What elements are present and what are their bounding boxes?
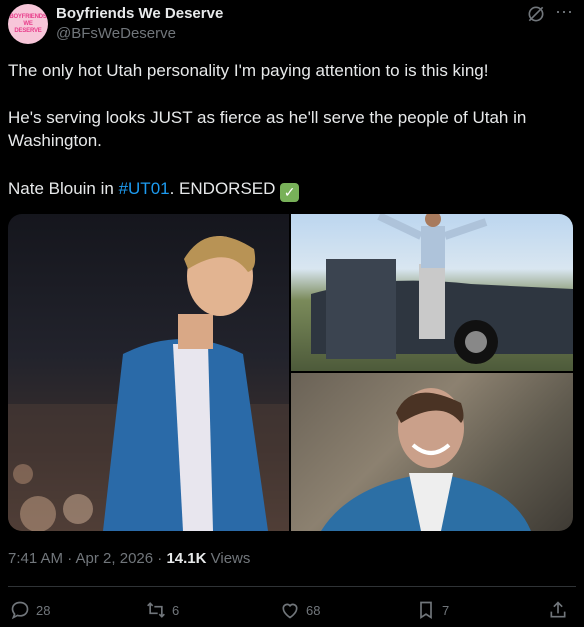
like-button[interactable]: 68 — [280, 600, 320, 620]
views-count: 14.1K — [166, 550, 207, 567]
tweet-text-line-2: He's serving looks JUST as fierce as he'… — [8, 108, 527, 150]
tweet-text-line-3-pre: Nate Blouin in — [8, 179, 119, 198]
photo-2[interactable] — [291, 214, 573, 371]
avatar-line-2: WE — [23, 20, 33, 27]
tweet-text-line-1: The only hot Utah personality I'm paying… — [8, 61, 489, 80]
avatar-line-3: DESERVE — [14, 27, 42, 34]
repost-button[interactable]: 6 — [146, 600, 179, 620]
bookmark-count: 7 — [442, 602, 450, 618]
avatar[interactable]: BOYFRIENDS WE DESERVE — [8, 4, 48, 44]
reply-count: 28 — [36, 602, 51, 618]
reply-icon — [11, 601, 29, 620]
share-icon — [550, 601, 566, 618]
hashtag-link[interactable]: #UT01 — [119, 179, 170, 198]
check-mark-emoji: ✓ — [280, 183, 300, 202]
tweet-text-line-3: Nate Blouin in #UT01. ENDORSED ✓ — [8, 177, 548, 202]
photo-1-illustration — [8, 236, 289, 531]
photo-3[interactable] — [291, 373, 573, 531]
divider — [8, 586, 576, 587]
author-handle[interactable]: @BFsWeDeserve — [56, 25, 176, 42]
bookmark-icon — [420, 601, 432, 620]
tweet-meta: 7:41 AM · Apr 2, 2026 · 14.1K Views — [8, 550, 250, 567]
timestamp[interactable]: 7:41 AM · Apr 2, 2026 · — [8, 550, 166, 567]
photo-1[interactable] — [8, 214, 289, 531]
reply-button[interactable]: 28 — [10, 600, 50, 620]
media-grid — [8, 214, 573, 531]
more-options-icon[interactable]: ⋯ — [555, 2, 574, 23]
repost-count: 6 — [172, 602, 180, 618]
views-label: Views — [206, 550, 251, 567]
tweet-text-line-3-post: . ENDORSED — [169, 179, 276, 198]
bookmark-button[interactable]: 7 — [416, 600, 449, 620]
author-name[interactable]: Boyfriends We Deserve — [56, 5, 223, 22]
photo-2-illustration — [311, 214, 573, 364]
repost-icon — [147, 602, 165, 618]
photo-3-illustration — [321, 388, 531, 531]
heart-icon — [282, 603, 298, 619]
share-button[interactable] — [548, 600, 574, 620]
like-count: 68 — [306, 602, 321, 618]
grok-icon[interactable] — [526, 4, 546, 24]
avatar-line-1: BOYFRIENDS — [9, 13, 47, 20]
